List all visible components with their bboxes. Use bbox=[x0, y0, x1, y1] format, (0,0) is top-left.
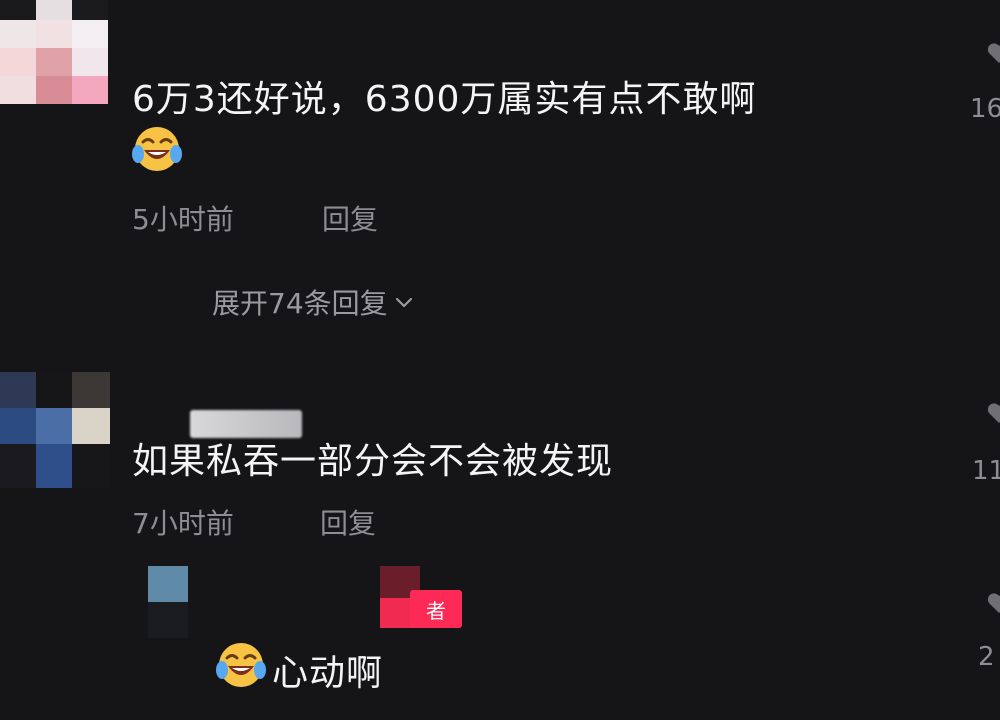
comment-timestamp: 7小时前 bbox=[132, 507, 234, 540]
avatar-pixel bbox=[0, 48, 36, 76]
avatar-pixel bbox=[36, 408, 72, 444]
laughing-crying-emoji-icon bbox=[132, 127, 182, 171]
avatar-pixel bbox=[0, 0, 36, 20]
avatar-pixel bbox=[72, 372, 110, 408]
heart-icon[interactable] bbox=[986, 40, 1000, 66]
comment-text: 如果私吞一部分会不会被发现 bbox=[132, 441, 614, 482]
comment-text: 6万3还好说，6300万属实有点不敢啊 bbox=[132, 79, 757, 120]
avatar-pixel bbox=[0, 372, 36, 408]
avatar-pixel bbox=[72, 76, 108, 104]
avatar-pixel bbox=[36, 76, 72, 104]
avatar-pixel bbox=[0, 408, 36, 444]
avatar-pixel bbox=[36, 0, 72, 20]
chevron-down-icon bbox=[395, 297, 412, 308]
avatar-pixel bbox=[72, 20, 108, 48]
expand-replies-button[interactable]: 展开74条回复 bbox=[212, 282, 416, 322]
reply-text: 心动啊 bbox=[272, 653, 384, 694]
like-count: 16 bbox=[970, 94, 1000, 124]
like-count: 2 bbox=[978, 642, 995, 672]
avatar-pixel bbox=[72, 444, 110, 488]
heart-icon[interactable] bbox=[986, 590, 1000, 616]
author-badge: 者 bbox=[410, 590, 462, 628]
avatar-pixel bbox=[36, 48, 72, 76]
avatar-pixel bbox=[36, 444, 72, 488]
comment-timestamp: 5小时前 bbox=[132, 203, 234, 236]
avatar-pixel bbox=[36, 20, 72, 48]
avatar-pixel bbox=[148, 602, 188, 638]
avatar[interactable] bbox=[0, 0, 108, 104]
avatar-pixel bbox=[72, 0, 108, 20]
reply-button[interactable]: 回复 bbox=[320, 502, 376, 542]
expand-replies-label: 展开74条回复 bbox=[212, 287, 388, 320]
avatar-pixel bbox=[0, 76, 36, 104]
reply-button[interactable]: 回复 bbox=[322, 198, 378, 238]
laughing-crying-emoji-icon bbox=[216, 643, 266, 687]
avatar-pixel bbox=[0, 444, 36, 488]
avatar-pixel bbox=[36, 372, 72, 408]
avatar-pixel bbox=[72, 48, 108, 76]
heart-icon[interactable] bbox=[986, 400, 1000, 426]
like-count: 11 bbox=[972, 456, 1000, 486]
avatar-pixel bbox=[72, 408, 110, 444]
avatar[interactable] bbox=[148, 566, 188, 638]
avatar-pixel bbox=[0, 20, 36, 48]
avatar-pixel bbox=[148, 566, 188, 602]
comment-section: 6万3还好说，6300万属实有点不敢啊 5小时前 回复 16 展开74条回复 如… bbox=[0, 0, 1000, 720]
avatar[interactable] bbox=[0, 372, 110, 488]
